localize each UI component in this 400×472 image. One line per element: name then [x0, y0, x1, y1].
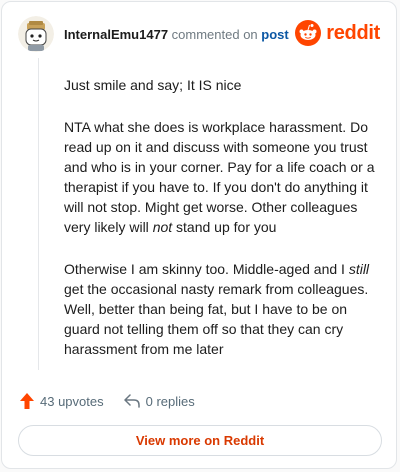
commented-on-text: commented on: [171, 27, 258, 42]
comment-body: Just smile and say; It IS nice NTA what …: [64, 75, 386, 359]
comment-paragraph-1: Just smile and say; It IS nice: [64, 77, 242, 93]
comment-actions: 43 upvotes 0 replies: [20, 392, 195, 410]
comment-meta: InternalEmu1477 commented on post: [64, 27, 289, 43]
view-more-button[interactable]: View more on Reddit: [18, 425, 382, 456]
emphasis-not: not: [152, 219, 173, 235]
upvote-count: 43 upvotes: [40, 393, 104, 409]
emphasis-still: still: [348, 261, 370, 277]
reply-count: 0 replies: [145, 393, 195, 409]
comment-paragraph-2: NTA what she does is workplace harassmen…: [64, 119, 375, 235]
reddit-brand[interactable]: reddit: [295, 18, 380, 48]
reddit-logo-icon: [295, 20, 322, 46]
reddit-wordmark: reddit: [326, 21, 380, 44]
username-link[interactable]: InternalEmu1477: [64, 27, 168, 42]
embedded-comment-card: InternalEmu1477 commented on post reddit…: [1, 1, 397, 469]
post-link[interactable]: post: [261, 27, 288, 42]
upvote-arrow-icon: [20, 393, 34, 409]
user-avatar-icon[interactable]: [18, 16, 54, 52]
thread-line: [38, 58, 39, 370]
comment-paragraph-3: Otherwise I am skinny too. Middle-aged a…: [64, 261, 370, 357]
upvote-button[interactable]: 43 upvotes: [20, 393, 104, 409]
reply-button[interactable]: 0 replies: [123, 393, 195, 409]
reply-arrow-icon: [123, 394, 140, 408]
comment-header: InternalEmu1477 commented on post reddit: [18, 16, 380, 52]
